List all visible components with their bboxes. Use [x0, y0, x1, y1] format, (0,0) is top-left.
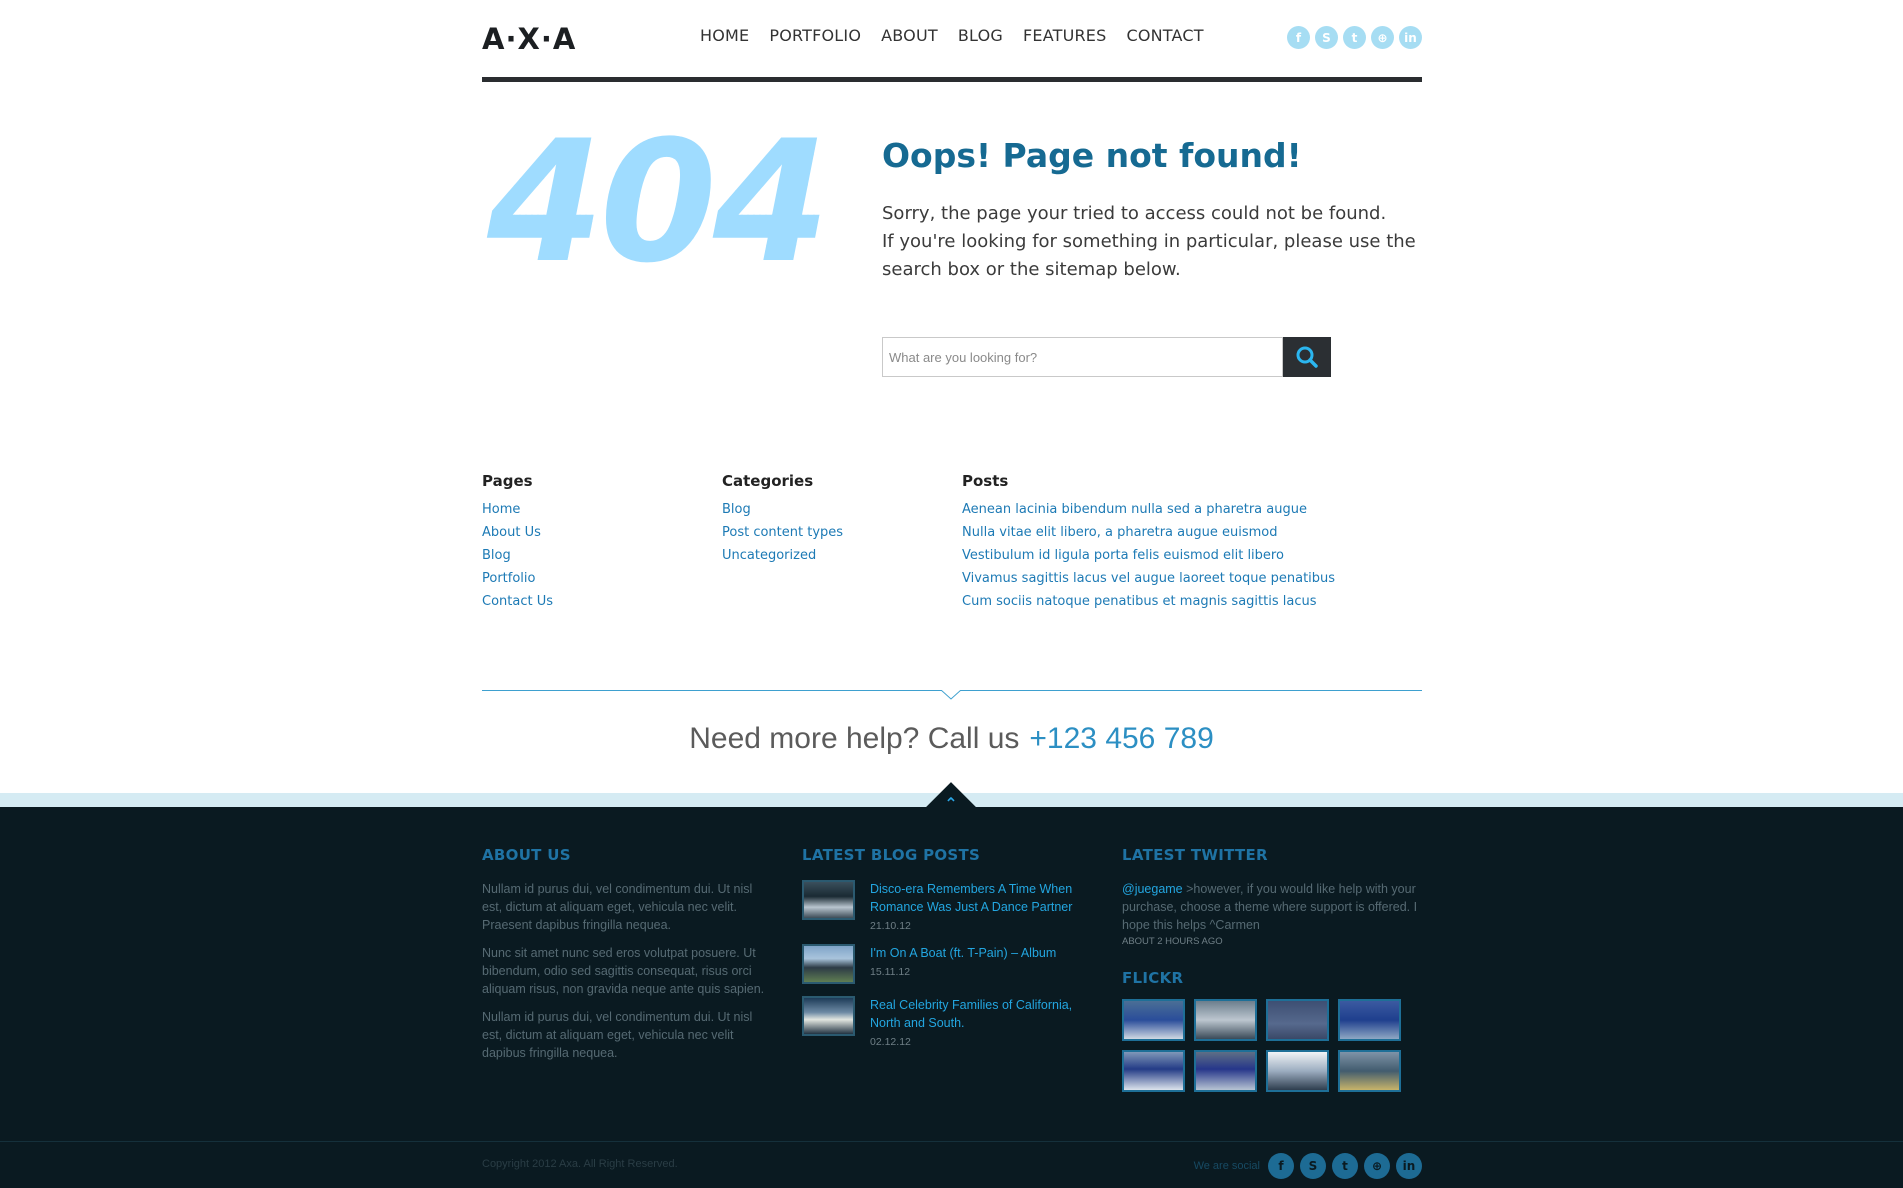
- logo[interactable]: A·X·A: [482, 22, 576, 56]
- flickr-thumbnail[interactable]: [1122, 1050, 1185, 1092]
- post-link[interactable]: Aenean lacinia bibendum nulla sed a phar…: [962, 498, 1335, 521]
- sitemap-link-home[interactable]: Home: [482, 498, 553, 521]
- sitemap-posts: Posts Aenean lacinia bibendum nulla sed …: [962, 472, 1335, 613]
- skype-icon[interactable]: S: [1315, 26, 1338, 49]
- skype-icon[interactable]: S: [1300, 1153, 1326, 1179]
- footer-about-paragraph: Nullam id purus dui, vel condimentum dui…: [482, 882, 753, 932]
- flickr-thumbnail[interactable]: [1194, 1050, 1257, 1092]
- category-link-uncategorized[interactable]: Uncategorized: [722, 544, 843, 567]
- flickr-thumbnail[interactable]: [1122, 999, 1185, 1041]
- sitemap-pages-title: Pages: [482, 472, 533, 490]
- error-message-line-1: Sorry, the page your tried to access cou…: [882, 203, 1387, 224]
- footer-about-paragraph: Nullam id purus dui, vel condimentum dui…: [482, 1010, 753, 1060]
- help-text: Need more help? Call us: [689, 722, 1020, 755]
- error-message: Sorry, the page your tried to access cou…: [882, 200, 1422, 284]
- flickr-thumbnail[interactable]: [1338, 999, 1401, 1041]
- error-message-line-2: If you're looking for something in parti…: [882, 231, 1416, 280]
- search-icon: [1296, 346, 1318, 368]
- sitemap-categories: Categories Blog Post content types Uncat…: [722, 472, 843, 567]
- post-thumbnail[interactable]: [802, 944, 855, 984]
- footer-latest-twitter: LATEST TWITTER @juegame >however, if you…: [1122, 846, 1422, 1092]
- post-date: 02.12.12: [870, 1036, 911, 1048]
- facebook-icon[interactable]: f: [1268, 1153, 1294, 1179]
- nav-features[interactable]: FEATURES: [1023, 26, 1106, 45]
- footer-about-title: ABOUT US: [482, 846, 571, 864]
- search-input[interactable]: [882, 337, 1283, 377]
- site-header: A·X·A HOME PORTFOLIO ABOUT BLOG FEATURES…: [482, 0, 1422, 82]
- footer-post: Disco-era Remembers A Time When Romance …: [802, 880, 1092, 932]
- linkedin-icon[interactable]: in: [1396, 1153, 1422, 1179]
- search-form: [882, 337, 1331, 377]
- tweet: @juegame >however, if you would like hel…: [1122, 880, 1422, 934]
- twitter-icon[interactable]: t: [1343, 26, 1366, 49]
- footer-latest-posts-title: LATEST BLOG POSTS: [802, 846, 981, 864]
- flickr-thumbnail[interactable]: [1266, 1050, 1329, 1092]
- post-link[interactable]: Nulla vitae elit libero, a pharetra augu…: [962, 521, 1335, 544]
- header-social-links: f S t ⊕ in: [1287, 26, 1422, 49]
- footer-divider: [0, 1141, 1903, 1142]
- post-date: 15.11.12: [870, 966, 911, 978]
- help-phone[interactable]: +123 456 789: [1029, 722, 1213, 755]
- post-thumbnail[interactable]: [802, 880, 855, 920]
- main-nav: HOME PORTFOLIO ABOUT BLOG FEATURES CONTA…: [700, 26, 1224, 45]
- footer-twitter-title: LATEST TWITTER: [1122, 846, 1268, 864]
- dribbble-icon[interactable]: ⊕: [1364, 1153, 1390, 1179]
- post-link[interactable]: Vivamus sagittis lacus vel augue laoreet…: [962, 567, 1335, 590]
- social-label: We are social: [1193, 1160, 1260, 1172]
- category-link-blog[interactable]: Blog: [722, 498, 843, 521]
- tweet-handle[interactable]: @juegame: [1122, 882, 1183, 896]
- flickr-thumbnail[interactable]: [1266, 999, 1329, 1041]
- dribbble-icon[interactable]: ⊕: [1371, 26, 1394, 49]
- footer-social-links: We are social f S t ⊕ in: [1194, 1153, 1422, 1179]
- nav-about[interactable]: ABOUT: [881, 26, 938, 45]
- flickr-thumbnail[interactable]: [1194, 999, 1257, 1041]
- tweet-time: ABOUT 2 HOURS AGO: [1122, 936, 1223, 947]
- footer-flickr-title: FLICKR: [1122, 969, 1184, 987]
- sitemap-pages: Pages Home About Us Blog Portfolio Conta…: [482, 472, 553, 613]
- copyright-text: Copyright 2012 Axa. All Right Reserved.: [482, 1158, 678, 1170]
- flickr-gallery: [1122, 999, 1422, 1092]
- sitemap-posts-title: Posts: [962, 472, 1009, 490]
- post-link[interactable]: Cum sociis natoque penatibus et magnis s…: [962, 590, 1335, 613]
- help-callout: Need more help? Call us +123 456 789: [0, 722, 1903, 756]
- post-title-link[interactable]: Real Celebrity Families of California, N…: [870, 996, 1092, 1032]
- nav-portfolio[interactable]: PORTFOLIO: [769, 26, 861, 45]
- nav-home[interactable]: HOME: [700, 26, 749, 45]
- footer-post: Real Celebrity Families of California, N…: [802, 996, 1092, 1048]
- footer-post: I'm On A Boat (ft. T-Pain) – Album 15.11…: [802, 944, 1092, 984]
- error-code-graphic: 404: [487, 104, 830, 300]
- facebook-icon[interactable]: f: [1287, 26, 1310, 49]
- sitemap-link-contact-us[interactable]: Contact Us: [482, 590, 553, 613]
- divider-notch-icon: [941, 690, 961, 700]
- nav-contact[interactable]: CONTACT: [1126, 26, 1203, 45]
- chevron-up-icon[interactable]: ⌃: [940, 794, 962, 814]
- sitemap-link-portfolio[interactable]: Portfolio: [482, 567, 553, 590]
- twitter-icon[interactable]: t: [1332, 1153, 1358, 1179]
- footer-about: ABOUT US Nullam id purus dui, vel condim…: [482, 846, 772, 1072]
- error-title: Oops! Page not found!: [882, 136, 1302, 175]
- category-link-post-content-types[interactable]: Post content types: [722, 521, 843, 544]
- sitemap-categories-title: Categories: [722, 472, 814, 490]
- footer-latest-posts: LATEST BLOG POSTS Disco-era Remembers A …: [802, 846, 1092, 1060]
- sitemap-link-blog[interactable]: Blog: [482, 544, 553, 567]
- footer-about-paragraph: Nunc sit amet nunc sed eros volutpat pos…: [482, 946, 765, 996]
- nav-blog[interactable]: BLOG: [958, 26, 1003, 45]
- post-title-link[interactable]: Disco-era Remembers A Time When Romance …: [870, 880, 1092, 916]
- post-thumbnail[interactable]: [802, 996, 855, 1036]
- linkedin-icon[interactable]: in: [1399, 26, 1422, 49]
- flickr-thumbnail[interactable]: [1338, 1050, 1401, 1092]
- post-date: 21.10.12: [870, 920, 911, 932]
- post-title-link[interactable]: I'm On A Boat (ft. T-Pain) – Album: [870, 944, 1056, 962]
- post-link[interactable]: Vestibulum id ligula porta felis euismod…: [962, 544, 1335, 567]
- search-button[interactable]: [1283, 337, 1331, 377]
- sitemap-link-about-us[interactable]: About Us: [482, 521, 553, 544]
